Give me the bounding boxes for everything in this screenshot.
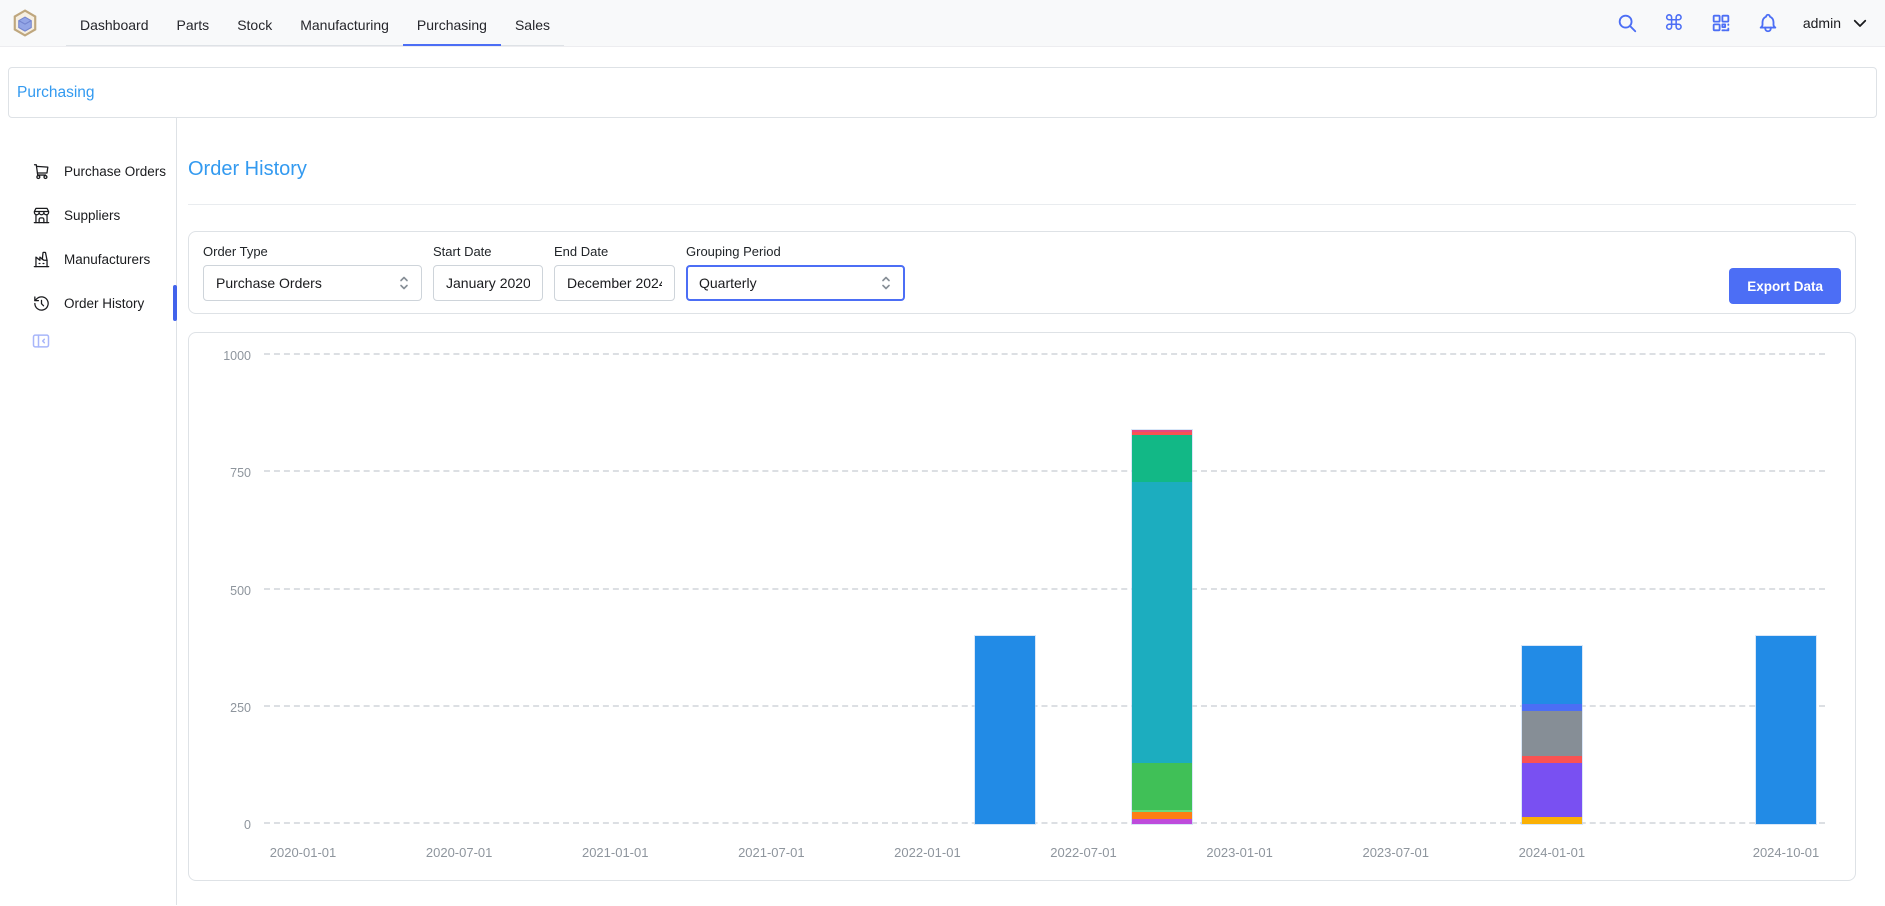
tab-manufacturing[interactable]: Manufacturing	[286, 6, 403, 46]
x-axis-tick-label: 2022-01-01	[894, 845, 961, 860]
bar-2022-10-01	[1132, 430, 1192, 824]
end-date-label: End Date	[554, 244, 675, 259]
x-axis-tick-label: 2024-10-01	[1753, 845, 1820, 860]
order-type-label: Order Type	[203, 244, 422, 259]
end-date-field: End Date	[554, 244, 675, 301]
grouping-period-label: Grouping Period	[686, 244, 905, 259]
start-date-input[interactable]	[433, 265, 543, 301]
bar-segment-blue	[1522, 646, 1582, 705]
x-axis-tick-label: 2021-01-01	[582, 845, 649, 860]
end-date-input[interactable]	[554, 265, 675, 301]
chevron-down-icon	[1851, 14, 1869, 32]
store-icon	[32, 206, 51, 225]
title-divider	[188, 204, 1856, 205]
x-axis-tick-label: 2020-07-01	[426, 845, 493, 860]
bar-2024-01-01	[1522, 646, 1582, 824]
page-layout: Purchase Orders Suppliers Manufacturers Ord…	[0, 118, 1885, 905]
bar-segment-gray	[1522, 711, 1582, 756]
app-logo[interactable]	[10, 8, 40, 38]
breadcrumb-link-purchasing[interactable]: Purchasing	[17, 84, 95, 102]
grouping-period-select[interactable]: Quarterly	[686, 265, 905, 301]
sidebar-item-label: Order History	[64, 296, 144, 311]
gridline-y-0	[264, 822, 1825, 824]
bar-segment-violet	[1522, 763, 1582, 817]
y-axis-tick-label: 250	[189, 701, 251, 715]
tab-purchasing[interactable]: Purchasing	[403, 6, 501, 46]
sidebar-item-purchase-orders[interactable]: Purchase Orders	[0, 151, 176, 191]
main-content: Order History Order Type Purchase Orders…	[177, 118, 1885, 905]
page-title: Order History	[188, 158, 1856, 181]
factory-icon	[32, 250, 51, 269]
sidebar-item-order-history[interactable]: Order History	[0, 283, 176, 323]
bar-segment-indigo	[1522, 704, 1582, 711]
tab-sales[interactable]: Sales	[501, 6, 564, 46]
inventree-logo-icon	[11, 9, 39, 37]
sidebar-item-label: Purchase Orders	[64, 164, 166, 179]
x-axis-tick-label: 2022-07-01	[1050, 845, 1117, 860]
main-nav-tabs: DashboardPartsStockManufacturingPurchasi…	[66, 6, 564, 46]
sidebar-collapse-row	[0, 331, 176, 351]
sidebar-item-label: Manufacturers	[64, 252, 150, 267]
sidebar-items: Purchase Orders Suppliers Manufacturers Ord…	[0, 151, 176, 323]
bar-segment-green	[1132, 763, 1192, 810]
breadcrumb: Purchasing	[8, 67, 1877, 118]
bar-segment-cyan	[1132, 482, 1192, 763]
app-header: DashboardPartsStockManufacturingPurchasi…	[0, 0, 1885, 47]
start-date-field: Start Date	[433, 244, 543, 301]
order-type-select[interactable]: Purchase Orders	[203, 265, 422, 301]
chart-wrap: 2020-01-01 2020-07-01 2021-01-01 2021-07-01…	[189, 333, 1855, 880]
x-axis-tick-label: 2021-07-01	[738, 845, 805, 860]
bar-segment-red	[1522, 756, 1582, 763]
gridline-y-1000	[264, 353, 1825, 355]
y-axis-tick-label: 0	[189, 818, 251, 832]
header-actions: ⌘ admin	[1615, 11, 1869, 35]
tab-stock[interactable]: Stock	[223, 6, 286, 46]
y-axis-tick-label: 1000	[189, 349, 251, 363]
x-axis-tick-label: 2024-01-01	[1519, 845, 1586, 860]
username-label: admin	[1803, 15, 1841, 31]
search-icon[interactable]	[1615, 11, 1639, 35]
sidebar-item-manufacturers[interactable]: Manufacturers	[0, 239, 176, 279]
start-date-label: Start Date	[433, 244, 543, 259]
bar-2024-10-01	[1756, 636, 1816, 824]
y-axis-tick-label: 500	[189, 584, 251, 598]
bar-2022-04-01	[975, 636, 1035, 824]
export-data-button[interactable]: Export Data	[1729, 268, 1841, 304]
tab-parts[interactable]: Parts	[163, 6, 224, 46]
command-palette-icon[interactable]: ⌘	[1662, 11, 1686, 35]
x-axis-tick-label: 2023-01-01	[1206, 845, 1273, 860]
sidebar-item-label: Suppliers	[64, 208, 120, 223]
select-updown-icon	[397, 275, 411, 291]
bar-segment-amber	[1522, 817, 1582, 824]
sidebar-item-suppliers[interactable]: Suppliers	[0, 195, 176, 235]
notifications-bell-icon[interactable]	[1756, 11, 1780, 35]
active-item-indicator	[173, 285, 177, 321]
barcode-scan-icon[interactable]	[1709, 11, 1733, 35]
collapse-sidebar-icon[interactable]	[31, 331, 51, 351]
purchasing-sidebar: Purchase Orders Suppliers Manufacturers Ord…	[0, 118, 177, 905]
x-axis-tick-label: 2020-01-01	[270, 845, 337, 860]
order-history-chart-card: 2020-01-01 2020-07-01 2021-01-01 2021-07-01…	[188, 332, 1856, 881]
bar-segment-blue	[975, 636, 1035, 824]
gridline-y-250	[264, 705, 1825, 707]
bar-segment-orange	[1132, 812, 1192, 819]
gridline-y-500	[264, 588, 1825, 590]
grouping-period-field: Grouping Period Quarterly	[686, 244, 905, 301]
history-icon	[32, 294, 51, 313]
filter-panel: Order Type Purchase Orders Start Date En…	[188, 231, 1856, 314]
tab-dashboard[interactable]: Dashboard	[66, 6, 163, 46]
select-updown-icon	[879, 275, 893, 291]
y-axis-tick-label: 750	[189, 466, 251, 480]
chart-plot: 2020-01-01 2020-07-01 2021-01-01 2021-07-01…	[264, 333, 1825, 880]
shopping-cart-icon	[32, 162, 51, 181]
order-type-field: Order Type Purchase Orders	[203, 244, 422, 301]
bar-segment-grape	[1132, 819, 1192, 824]
x-axis-tick-label: 2023-07-01	[1362, 845, 1429, 860]
gridline-y-750	[264, 470, 1825, 472]
bar-segment-teal	[1132, 435, 1192, 482]
user-menu[interactable]: admin	[1803, 14, 1869, 32]
bar-segment-blue	[1756, 636, 1816, 824]
